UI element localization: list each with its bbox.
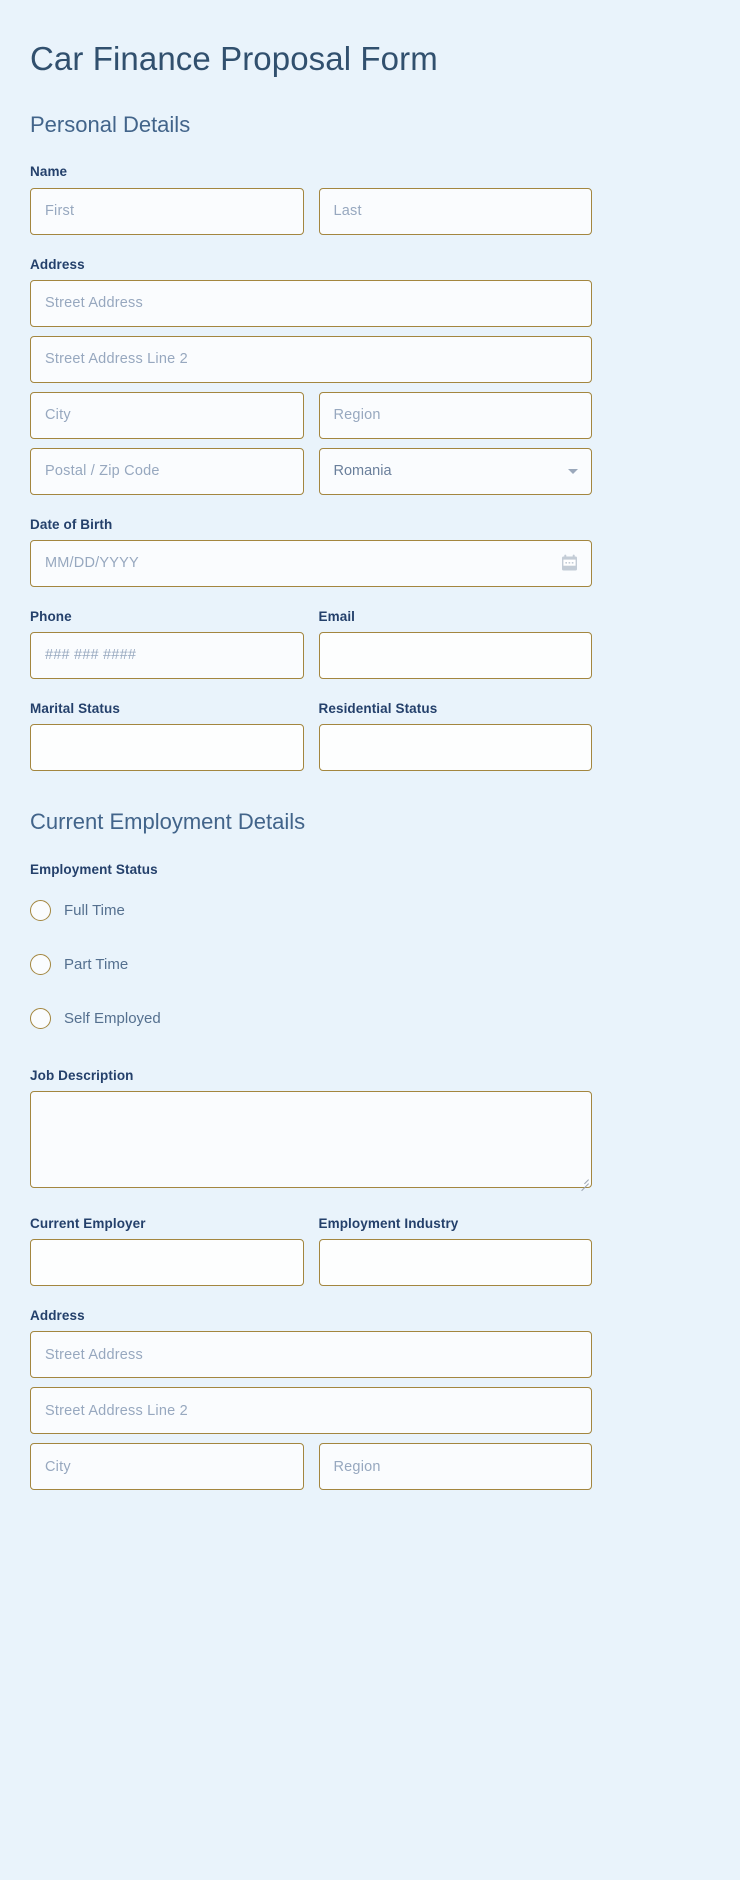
name-label: Name (30, 164, 68, 180)
employment-street-address-input[interactable]: Street Address (30, 1331, 592, 1379)
phone-placeholder: ### ### #### (45, 648, 137, 663)
date-of-birth-group: Date of Birth MM/DD/YYYY (30, 517, 592, 587)
first-name-input[interactable]: First (30, 187, 304, 235)
marital-status-label: Marital Status (30, 701, 120, 717)
personal-postal-code-placeholder: Postal / Zip Code (45, 463, 160, 479)
personal-city-col: City (30, 391, 304, 439)
residential-status-input[interactable] (318, 724, 592, 772)
personal-country-value: Romania (333, 462, 392, 479)
first-name-placeholder: First (45, 203, 75, 219)
current-employer-label: Current Employer (30, 1216, 146, 1232)
employment-address-stack: Street Address Street Address Line 2 Cit… (30, 1331, 592, 1491)
date-of-birth-label: Date of Birth (30, 516, 113, 532)
employment-city-col: City (30, 1443, 304, 1491)
radio-icon[interactable] (30, 954, 51, 976)
employment-status-group: Employment Status Full Time Part Time Se… (30, 862, 592, 1038)
personal-region-input[interactable]: Region (318, 391, 592, 439)
name-field-group: Name First Last (30, 164, 592, 235)
chevron-down-icon (568, 469, 578, 475)
personal-street-address-placeholder: Street Address (45, 295, 143, 311)
employment-city-region-row: City Region (30, 1443, 592, 1491)
status-row: Marital Status Residential Status (30, 701, 592, 772)
employment-city-input[interactable]: City (30, 1443, 304, 1491)
employment-address-label: Address (30, 1308, 85, 1324)
personal-city-region-row: City Region (30, 391, 592, 439)
personal-postal-country-row: Postal / Zip Code Romania (30, 447, 592, 495)
email-label: Email (318, 608, 356, 624)
personal-country-col: Romania (318, 447, 592, 495)
personal-street-address-line2-placeholder: Street Address Line 2 (45, 351, 188, 367)
radio-option-part-time[interactable]: Part Time (30, 946, 592, 984)
section-title-personal-details: Personal Details (30, 111, 191, 137)
employment-region-col: Region (318, 1443, 592, 1491)
current-employer-input[interactable] (30, 1239, 304, 1287)
personal-region-col: Region (318, 391, 592, 439)
personal-street-address-line2-input[interactable]: Street Address Line 2 (30, 335, 592, 383)
page-title: Car Finance Proposal Form (30, 40, 438, 77)
phone-input[interactable]: ### ### #### (30, 632, 304, 680)
employment-status-label: Employment Status (30, 861, 158, 877)
job-description-group: Job Description (30, 1067, 592, 1192)
employment-city-placeholder: City (45, 1459, 71, 1475)
marital-status-input[interactable] (30, 724, 304, 772)
date-of-birth-input[interactable]: MM/DD/YYYY (30, 539, 592, 587)
calendar-icon[interactable] (561, 554, 578, 572)
employment-industry-label: Employment Industry (318, 1216, 459, 1232)
marital-status-col: Marital Status (30, 701, 304, 772)
employment-street-address-placeholder: Street Address (45, 1347, 143, 1363)
status-group: Marital Status Residential Status (30, 701, 592, 772)
email-col: Email (318, 608, 592, 680)
employer-industry-group: Current Employer Employment Industry (30, 1216, 592, 1287)
phone-col: Phone ### ### #### (30, 608, 304, 680)
phone-email-group: Phone ### ### #### Email (30, 608, 592, 680)
employment-industry-col: Employment Industry (318, 1216, 592, 1287)
personal-city-input[interactable]: City (30, 391, 304, 439)
resize-handle-icon[interactable] (578, 1174, 589, 1192)
last-name-input[interactable]: Last (318, 187, 592, 235)
employment-industry-input[interactable] (318, 1239, 592, 1287)
employment-address-group: Address Street Address Street Address Li… (30, 1308, 592, 1491)
employer-industry-row: Current Employer Employment Industry (30, 1216, 592, 1287)
residential-status-col: Residential Status (318, 701, 592, 772)
section-title-current-employment-details: Current Employment Details (30, 809, 306, 835)
personal-city-placeholder: City (45, 407, 71, 423)
radio-option-self-employed[interactable]: Self Employed (30, 1000, 592, 1038)
employment-street-address-line2-input[interactable]: Street Address Line 2 (30, 1387, 592, 1435)
date-of-birth-placeholder: MM/DD/YYYY (45, 556, 139, 571)
job-description-textarea[interactable] (30, 1091, 592, 1192)
radio-icon[interactable] (30, 1008, 51, 1030)
personal-postal-col: Postal / Zip Code (30, 447, 304, 495)
radio-icon[interactable] (30, 900, 51, 922)
phone-label: Phone (30, 608, 72, 624)
residential-status-label: Residential Status (318, 701, 438, 717)
employment-region-placeholder: Region (333, 1459, 381, 1475)
personal-address-stack: Street Address Street Address Line 2 Cit… (30, 279, 592, 495)
personal-address-group: Address Street Address Street Address Li… (30, 257, 592, 495)
last-name-col: Last (318, 187, 592, 235)
radio-label: Self Employed (64, 1010, 161, 1028)
phone-email-row: Phone ### ### #### Email (30, 608, 592, 680)
current-employer-col: Current Employer (30, 1216, 304, 1287)
radio-option-full-time[interactable]: Full Time (30, 892, 592, 930)
radio-label: Full Time (64, 902, 125, 920)
radio-label: Part Time (64, 956, 129, 974)
personal-postal-code-input[interactable]: Postal / Zip Code (30, 447, 304, 495)
employment-street-address-line2-placeholder: Street Address Line 2 (45, 1403, 188, 1419)
personal-region-placeholder: Region (333, 407, 381, 423)
first-name-col: First (30, 187, 304, 235)
name-row: First Last (30, 187, 592, 235)
last-name-placeholder: Last (333, 203, 362, 219)
email-input[interactable] (318, 632, 592, 680)
employment-status-radio-list: Full Time Part Time Self Employed (30, 892, 592, 1038)
personal-country-select[interactable]: Romania (318, 447, 592, 495)
personal-address-label: Address (30, 256, 85, 272)
job-description-label: Job Description (30, 1067, 134, 1083)
personal-street-address-input[interactable]: Street Address (30, 279, 592, 327)
car-finance-proposal-form: Car Finance Proposal Form Personal Detai… (0, 0, 740, 1542)
employment-region-input[interactable]: Region (318, 1443, 592, 1491)
